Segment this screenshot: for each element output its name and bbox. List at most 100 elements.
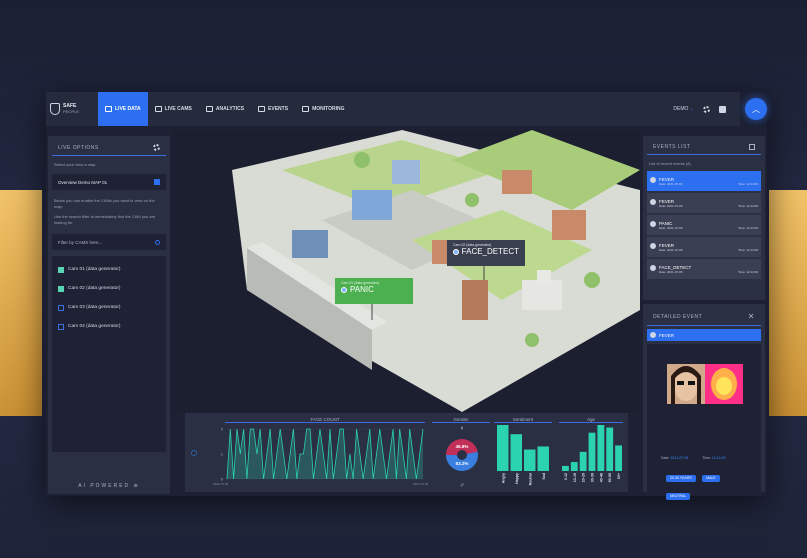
decor-gold-right <box>769 190 807 416</box>
calendar-icon <box>258 106 266 112</box>
sentiment-chart: Angry Happy Neutral Sad <box>497 425 549 485</box>
help-text: Use the search filter to immediately fin… <box>54 214 156 225</box>
help-text: Below you can enable the CAMs you want t… <box>54 198 155 209</box>
user-menu[interactable]: DEMO ⌄ <box>673 106 694 112</box>
y-tick-label: 0 <box>221 477 224 482</box>
x-tick-label: Neutral <box>528 473 532 485</box>
event-item[interactable]: FEVER Date: 2021-07-06 Time: 12:14:00 <box>647 193 761 213</box>
event-item[interactable]: PANIC Date: 2021-07-06 Time: 12:14:00 <box>647 215 761 235</box>
user-icon[interactable] <box>719 105 726 113</box>
nav-analytics[interactable]: ANALYTICS <box>199 92 251 126</box>
female-icon: ♀ <box>460 426 465 432</box>
screen-icon <box>302 106 310 112</box>
pie-label-male: 53.2% <box>456 461 469 466</box>
x-tick-label: 30-39 <box>591 473 595 482</box>
checkbox[interactable] <box>58 304 64 311</box>
map-hint: Select your view a map. <box>54 162 97 167</box>
cam-item[interactable]: Cam 02 (data generator) <box>58 279 160 298</box>
bar <box>597 425 605 471</box>
event-item[interactable]: FEVER Date: 2021-07-06 Time: 12:14:00 <box>647 171 761 191</box>
face-snapshot <box>667 364 743 404</box>
y-tick-label: 1 <box>221 452 224 457</box>
bar <box>570 462 578 471</box>
x-tick-label: Sad <box>542 473 546 480</box>
event-list: FEVER Date: 2021-07-06 Time: 12:14:00 FEVER… <box>643 171 765 279</box>
detailed-event-panel: DETAILED EVENT ✕ FEVER Date: 2021-07-06 T… <box>643 304 765 500</box>
cam-filter-input[interactable]: Filter by CAMS here... <box>52 234 166 250</box>
cam-item[interactable]: Cam 01 (data generator) <box>58 260 160 279</box>
events-list-panel: EVENTS LIST List of recent events (8) FE… <box>643 136 765 300</box>
live-options-panel: LIVE OPTIONS Select your view a map. Ove… <box>48 136 170 494</box>
x-tick-label: 20-29 <box>582 473 586 482</box>
app-window: SAFE PEOPLE LIVE DATA LIVE CAMS ANALYTICS… <box>46 92 767 500</box>
bar <box>588 432 596 471</box>
scroll-up-button[interactable]: ︿ <box>745 98 767 120</box>
nav-monitoring[interactable]: MONITORING <box>295 92 351 126</box>
events-count: List of recent events (8) <box>649 161 691 166</box>
isometric-map-image <box>232 130 640 412</box>
campus-map[interactable]: Cam 01 (data generator) PANIC Cam 02 (da… <box>172 130 640 412</box>
panel-title: EVENTS LIST <box>653 144 691 150</box>
chip-gender: MALE <box>702 474 720 482</box>
x-tick-label: Happy <box>515 473 519 484</box>
nav-live-cams[interactable]: LIVE CAMS <box>148 92 199 126</box>
nav-events[interactable]: EVENTS <box>251 92 295 126</box>
panel-title: DETAILED EVENT <box>653 313 703 320</box>
main-nav: LIVE DATA LIVE CAMS ANALYTICS EVENTS MON… <box>98 92 351 126</box>
check-circle-icon <box>650 332 656 338</box>
detail-event-header: FEVER <box>647 329 761 341</box>
nav-live-data[interactable]: LIVE DATA <box>98 92 148 126</box>
chevron-up-icon: ︿ <box>752 104 760 114</box>
chip-age: 20-30 YEARS <box>666 474 696 482</box>
x-start-label: 2021-07-06 <box>213 482 229 486</box>
gear-icon[interactable] <box>703 105 710 113</box>
bar <box>524 449 536 471</box>
logo-subtext: PEOPLE <box>63 109 80 114</box>
male-icon: ♂ <box>460 483 465 489</box>
cam-item[interactable]: Cam 03 (data generator) <box>58 298 160 317</box>
top-navbar: SAFE PEOPLE LIVE DATA LIVE CAMS ANALYTICS… <box>46 92 740 126</box>
logo[interactable]: SAFE PEOPLE <box>46 92 98 126</box>
face-count-chart: 0 1 2 <box>221 427 424 482</box>
x-tick-label: 60+ <box>617 473 621 479</box>
check-circle-icon <box>650 243 656 249</box>
panel-title: LIVE OPTIONS <box>58 144 99 151</box>
x-tick-label: Angry <box>501 473 505 483</box>
detail-date: Date: 2021-07-06 <box>661 456 689 460</box>
list-icon[interactable] <box>749 144 755 150</box>
check-circle-icon <box>650 265 656 271</box>
chart-icon <box>205 106 213 112</box>
checkbox[interactable] <box>58 323 64 330</box>
bar <box>562 465 569 471</box>
x-tick-label: 50-59 <box>608 473 612 482</box>
shield-icon <box>50 103 60 115</box>
map-label-cam-02[interactable]: Cam 02 (data generator) FACE_DETECT <box>447 240 525 266</box>
event-item[interactable]: FACE_DETECT Date: 2021-07-06 Time: 12:14:0… <box>647 259 761 279</box>
bar <box>579 451 587 471</box>
checkbox-checked[interactable] <box>58 266 64 273</box>
cam-list: Cam 01 (data generator) Cam 02 (data gen… <box>52 256 166 452</box>
ai-powered-footer: AI POWERED ⊛ <box>78 483 140 489</box>
close-icon[interactable]: ✕ <box>748 312 755 321</box>
check-circle-icon <box>650 199 656 205</box>
chip-sentiment: NEUTRAL <box>666 492 691 500</box>
event-item[interactable]: FEVER Date: 2021-07-06 Time: 12:14:00 <box>647 237 761 257</box>
monitor-icon <box>105 106 112 112</box>
map-label-cam-01[interactable]: Cam 01 (data generator) PANIC <box>335 278 413 304</box>
camera-dot-icon <box>453 248 459 255</box>
bar <box>537 446 549 471</box>
cam-item[interactable]: Cam 04 (data generator) <box>58 317 160 336</box>
bar <box>606 427 614 471</box>
bar <box>615 445 622 471</box>
flag-icon <box>154 179 160 185</box>
pie-hole <box>457 450 467 460</box>
chevron-down-icon: ⌄ <box>689 106 694 112</box>
map-selector[interactable]: Overview Demo MAP 01 <box>52 174 166 190</box>
gear-icon[interactable] <box>153 144 160 151</box>
checkbox-checked[interactable] <box>58 285 64 292</box>
detail-time: Time: 12:14:00 <box>702 456 726 460</box>
analytics-strip: FACE COUNT 012 2021-07-06 2021-07-06 Gen… <box>185 413 628 492</box>
gear-icon[interactable] <box>191 450 197 456</box>
gender-chart: 46.8% 53.2% ♀ ♂ <box>446 426 478 489</box>
x-tick-label: 40-49 <box>599 473 603 482</box>
